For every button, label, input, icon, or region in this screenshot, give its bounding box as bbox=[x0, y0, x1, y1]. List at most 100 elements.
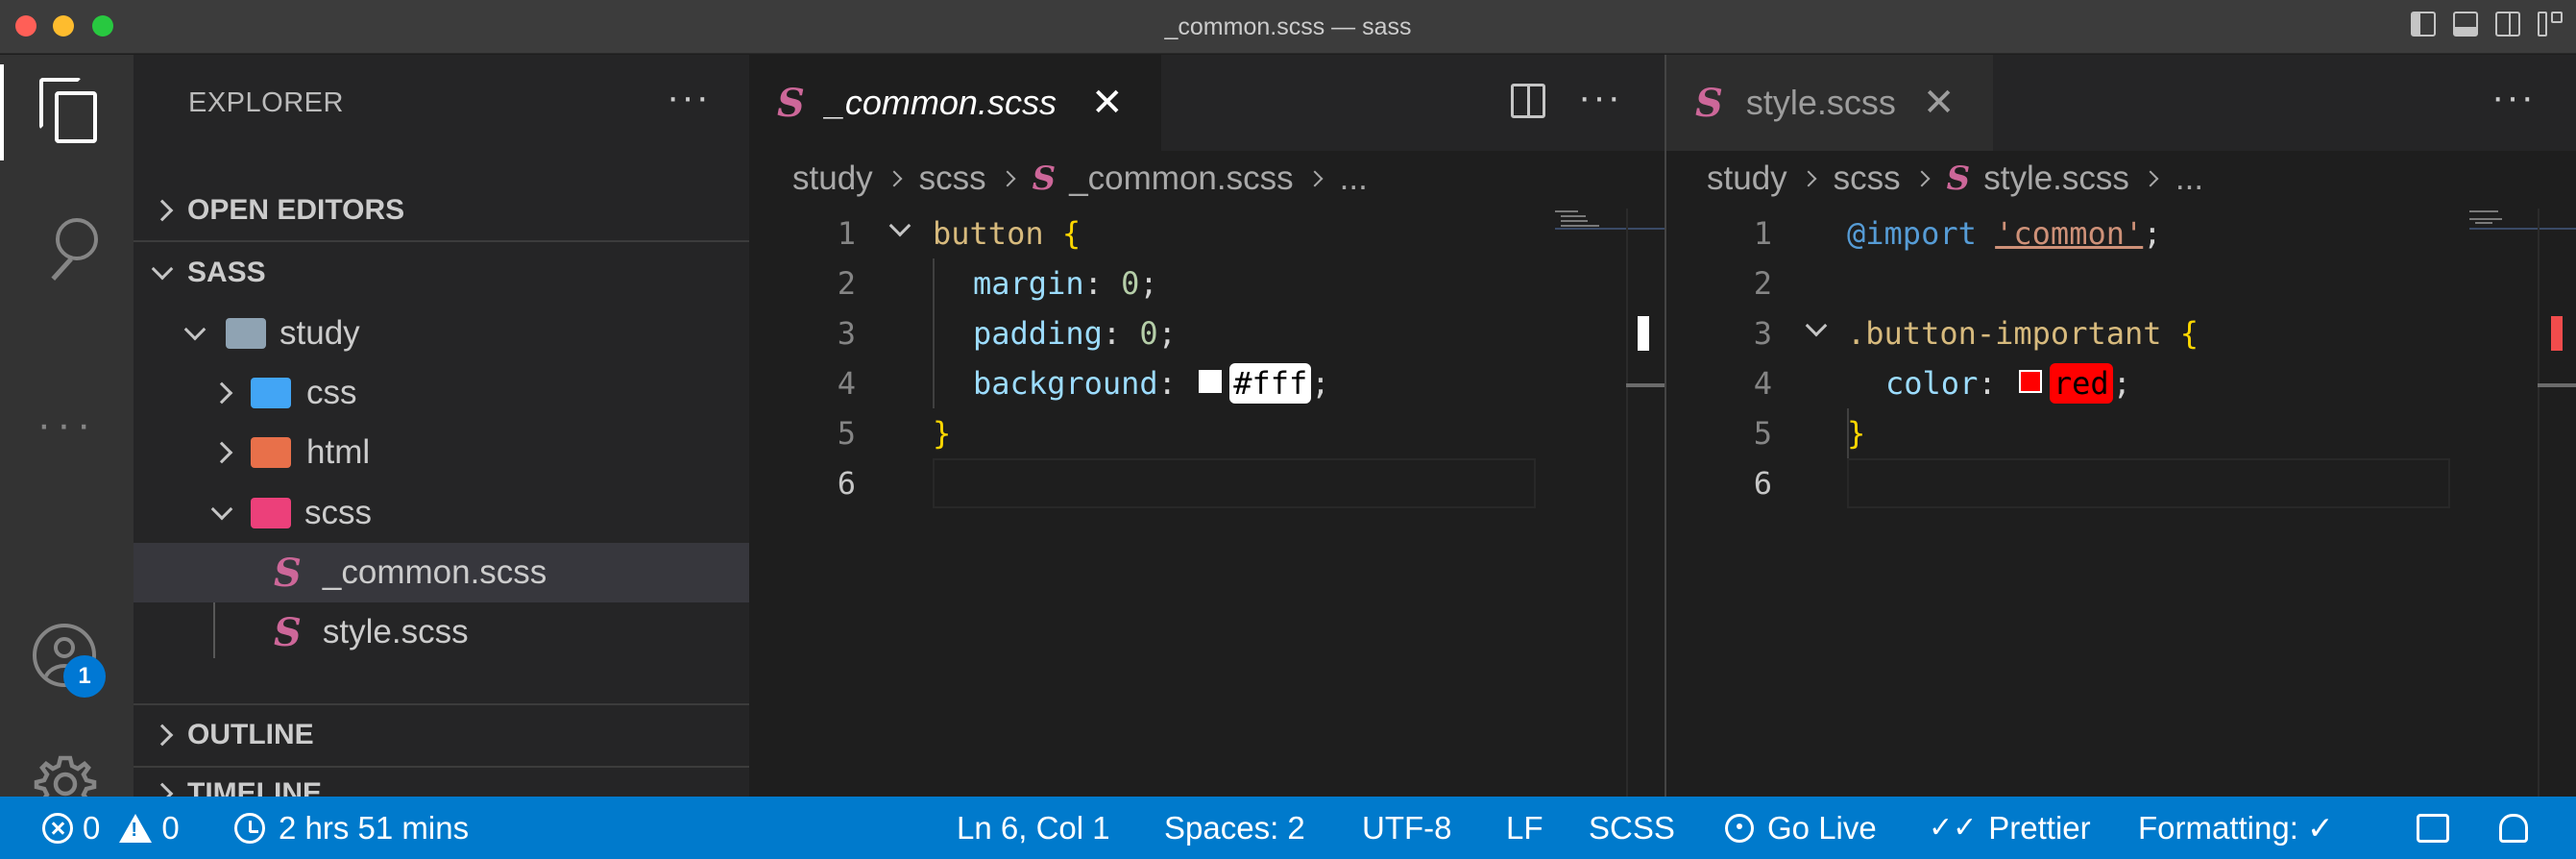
tree-item-common-scss[interactable]: S _common.scss bbox=[134, 543, 749, 602]
fold-chevron-icon[interactable] bbox=[1805, 314, 1828, 337]
section-outline[interactable]: OUTLINE bbox=[134, 705, 749, 765]
code-token: button bbox=[933, 215, 1044, 252]
overview-ruler-cursor bbox=[1626, 383, 1665, 387]
time-tracker[interactable]: 2 hrs 51 mins bbox=[234, 797, 469, 859]
breadcrumb-item[interactable]: _common.scss bbox=[1069, 160, 1293, 198]
chevron-down-icon bbox=[210, 498, 233, 521]
tab-style-scss[interactable]: S style.scss ✕ bbox=[1666, 55, 1993, 151]
window-title: _common.scss — sass bbox=[1164, 13, 1412, 40]
overview-ruler-marker bbox=[2551, 316, 2563, 351]
tree-item-label: css bbox=[306, 374, 357, 411]
breadcrumb-item[interactable]: ... bbox=[1340, 160, 1368, 198]
tree-item-study[interactable]: study bbox=[134, 304, 749, 363]
breadcrumb-item[interactable]: style.scss bbox=[1983, 160, 2129, 198]
more-icon[interactable]: ··· bbox=[0, 404, 134, 446]
line-number: 6 bbox=[1753, 465, 1772, 502]
feedback-button[interactable] bbox=[2417, 797, 2449, 859]
tree-item-html[interactable]: html bbox=[134, 423, 749, 482]
tab-common-scss[interactable]: S _common.scss ✕ bbox=[750, 55, 1161, 151]
folder-css-icon bbox=[251, 378, 291, 408]
folder-html-icon bbox=[251, 437, 291, 468]
tree-item-css[interactable]: css bbox=[134, 363, 749, 423]
tree-item-label: style.scss bbox=[322, 613, 469, 650]
prettier-status[interactable]: ✓✓ Prettier bbox=[1929, 797, 2091, 859]
divider bbox=[134, 240, 749, 242]
breadcrumb-item[interactable]: scss bbox=[919, 160, 986, 198]
end-of-line[interactable]: LF bbox=[1506, 797, 1543, 859]
code-line: 4 background: #fff; bbox=[750, 358, 1665, 408]
minimap[interactable] bbox=[1549, 209, 1670, 230]
go-live-label: Go Live bbox=[1767, 809, 1877, 846]
color-swatch-red[interactable] bbox=[2018, 370, 2042, 393]
section-timeline[interactable]: TIMELINE bbox=[134, 766, 749, 809]
editor-group-right: S style.scss ✕ ··· study scss S style.sc… bbox=[1666, 55, 2576, 797]
minimap[interactable] bbox=[2464, 209, 2576, 230]
breadcrumb-item[interactable]: study bbox=[1707, 160, 1787, 198]
tree-item-style-scss[interactable]: S style.scss bbox=[134, 602, 749, 662]
tree-item-label: study bbox=[279, 314, 360, 352]
code-token: } bbox=[1847, 415, 1866, 452]
tree-item-scss[interactable]: scss bbox=[134, 483, 749, 543]
editor-more-icon[interactable]: ··· bbox=[2491, 76, 2536, 119]
breadcrumb-item[interactable]: study bbox=[792, 160, 873, 198]
split-editor-icon[interactable] bbox=[1511, 84, 1545, 118]
sass-file-icon: S bbox=[274, 609, 302, 655]
color-swatch-white[interactable] bbox=[1199, 370, 1223, 393]
code-token: { bbox=[2179, 315, 2199, 352]
code-token[interactable]: 'common' bbox=[1995, 215, 2143, 252]
editor-more-icon[interactable]: ··· bbox=[1578, 76, 1622, 119]
section-workspace[interactable]: SASS bbox=[134, 243, 749, 303]
toggle-panel-icon[interactable] bbox=[2453, 12, 2478, 37]
notifications-button[interactable] bbox=[2499, 797, 2528, 859]
tab-label: style.scss bbox=[1745, 83, 1896, 122]
code-line: 5 } bbox=[750, 408, 1665, 458]
language-mode[interactable]: SCSS bbox=[1589, 797, 1675, 859]
close-icon[interactable]: ✕ bbox=[1923, 81, 1956, 125]
history-icon bbox=[234, 812, 265, 844]
line-number: 2 bbox=[837, 265, 856, 302]
files-icon[interactable] bbox=[38, 78, 99, 147]
code-token: padding bbox=[973, 315, 1103, 352]
line-number: 5 bbox=[1753, 415, 1772, 452]
customize-layout-icon[interactable] bbox=[2538, 12, 2563, 37]
encoding[interactable]: UTF-8 bbox=[1362, 797, 1452, 859]
cursor-position[interactable]: Ln 6, Col 1 bbox=[957, 797, 1110, 859]
toggle-sidebar-icon[interactable] bbox=[2411, 12, 2436, 37]
code-line: 2 margin: 0; bbox=[750, 258, 1665, 308]
search-icon[interactable] bbox=[40, 218, 98, 285]
sass-file-icon: S bbox=[1695, 80, 1723, 126]
section-open-editors[interactable]: OPEN EDITORS bbox=[134, 181, 749, 240]
code-token: { bbox=[1061, 215, 1081, 252]
sass-file-icon: S bbox=[1946, 160, 1971, 198]
explorer-more-icon[interactable]: ··· bbox=[667, 76, 711, 119]
go-live-button[interactable]: Go Live bbox=[1725, 797, 1877, 859]
code-line: 5 } bbox=[1666, 408, 2576, 458]
breadcrumb-item[interactable]: ... bbox=[2175, 160, 2203, 198]
bell-icon bbox=[2499, 813, 2528, 843]
explorer-activity[interactable] bbox=[0, 64, 134, 160]
section-label: SASS bbox=[187, 257, 266, 288]
close-icon[interactable]: ✕ bbox=[1091, 81, 1124, 125]
code-line: 3 .button-important { bbox=[1666, 308, 2576, 358]
code-token: 0 bbox=[1121, 265, 1140, 302]
explorer-sidebar: EXPLORER ··· OPEN EDITORS SASS study css… bbox=[134, 55, 749, 809]
error-count: 0 bbox=[83, 809, 101, 846]
line-number: 4 bbox=[1753, 365, 1772, 402]
code-token: red bbox=[2049, 363, 2113, 404]
problems-indicator[interactable]: 0 0 bbox=[42, 797, 180, 859]
error-icon bbox=[42, 812, 73, 844]
chevron-right-icon bbox=[1913, 170, 1931, 187]
indentation[interactable]: Spaces: 2 bbox=[1164, 797, 1305, 859]
scrollbar[interactable] bbox=[2538, 209, 2540, 797]
toggle-secondary-sidebar-icon[interactable] bbox=[2495, 12, 2520, 37]
fold-chevron-icon[interactable] bbox=[888, 214, 911, 237]
folder-open-icon bbox=[226, 318, 266, 349]
code-line: 6 bbox=[1666, 458, 2576, 508]
prettier-label: Prettier bbox=[1988, 809, 2091, 846]
scrollbar[interactable] bbox=[1626, 209, 1628, 797]
sass-file-icon: S bbox=[1032, 160, 1057, 198]
formatting-status[interactable]: Formatting: ✓ bbox=[2138, 797, 2334, 859]
code-token: background bbox=[973, 365, 1158, 402]
breadcrumb-item[interactable]: scss bbox=[1834, 160, 1901, 198]
tree-item-label: scss bbox=[304, 494, 372, 531]
